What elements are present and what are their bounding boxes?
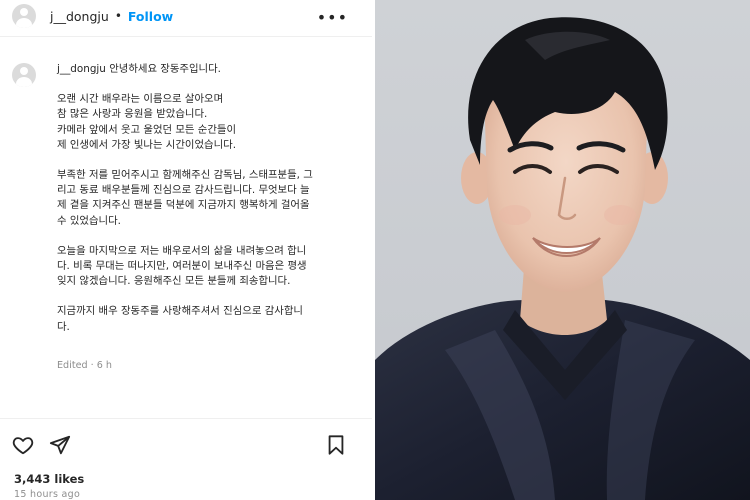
actions-divider <box>0 418 372 419</box>
heart-icon[interactable] <box>12 434 34 456</box>
caption-paragraph: 오랜 시간 배우라는 이름으로 살아오며 참 많은 사랑과 응원을 받았습니다.… <box>57 93 237 151</box>
post-caption: j__dongju 안녕하세요 장동주입니다. 오랜 시간 배우라는 이름으로 … <box>57 62 367 350</box>
follow-button[interactable]: Follow <box>128 9 173 24</box>
like-count[interactable]: 3,443 likes <box>14 472 84 486</box>
action-bar <box>12 434 352 458</box>
separator-dot: • <box>114 9 122 23</box>
caption-greeting: 안녕하세요 장동주입니다. <box>109 63 221 75</box>
post-header: j__dongju • Follow ••• <box>12 2 362 30</box>
bookmark-icon[interactable] <box>325 434 347 456</box>
caption-paragraph: 오늘을 마지막으로 저는 배우로서의 삶을 내려놓으려 합니 다. 비록 무대는… <box>57 244 307 288</box>
username[interactable]: j__dongju <box>50 9 109 24</box>
caption-paragraph: 지금까지 배우 장동주를 사랑해주셔서 진심으로 감사합니 다. <box>57 305 303 333</box>
instagram-post-panel: j__dongju • Follow ••• j__dongju 안녕하세요 장… <box>0 0 372 500</box>
caption-paragraph: 부족한 저를 믿어주시고 함께해주신 감독님, 스태프분들, 그 리고 동료 배… <box>57 169 313 227</box>
caption-username[interactable]: j__dongju <box>57 63 106 75</box>
portrait-photo <box>375 0 750 500</box>
caption-avatar[interactable] <box>12 63 36 87</box>
more-options-icon[interactable]: ••• <box>317 8 348 27</box>
edited-timestamp: Edited · 6 h <box>57 360 112 371</box>
caption-first-line: j__dongju 안녕하세요 장동주입니다. <box>57 62 367 77</box>
post-time: 15 hours ago <box>14 489 81 500</box>
send-icon[interactable] <box>49 434 71 456</box>
header-divider <box>0 36 372 37</box>
default-profile-icon[interactable] <box>12 4 36 28</box>
portrait-illustration <box>375 17 750 500</box>
